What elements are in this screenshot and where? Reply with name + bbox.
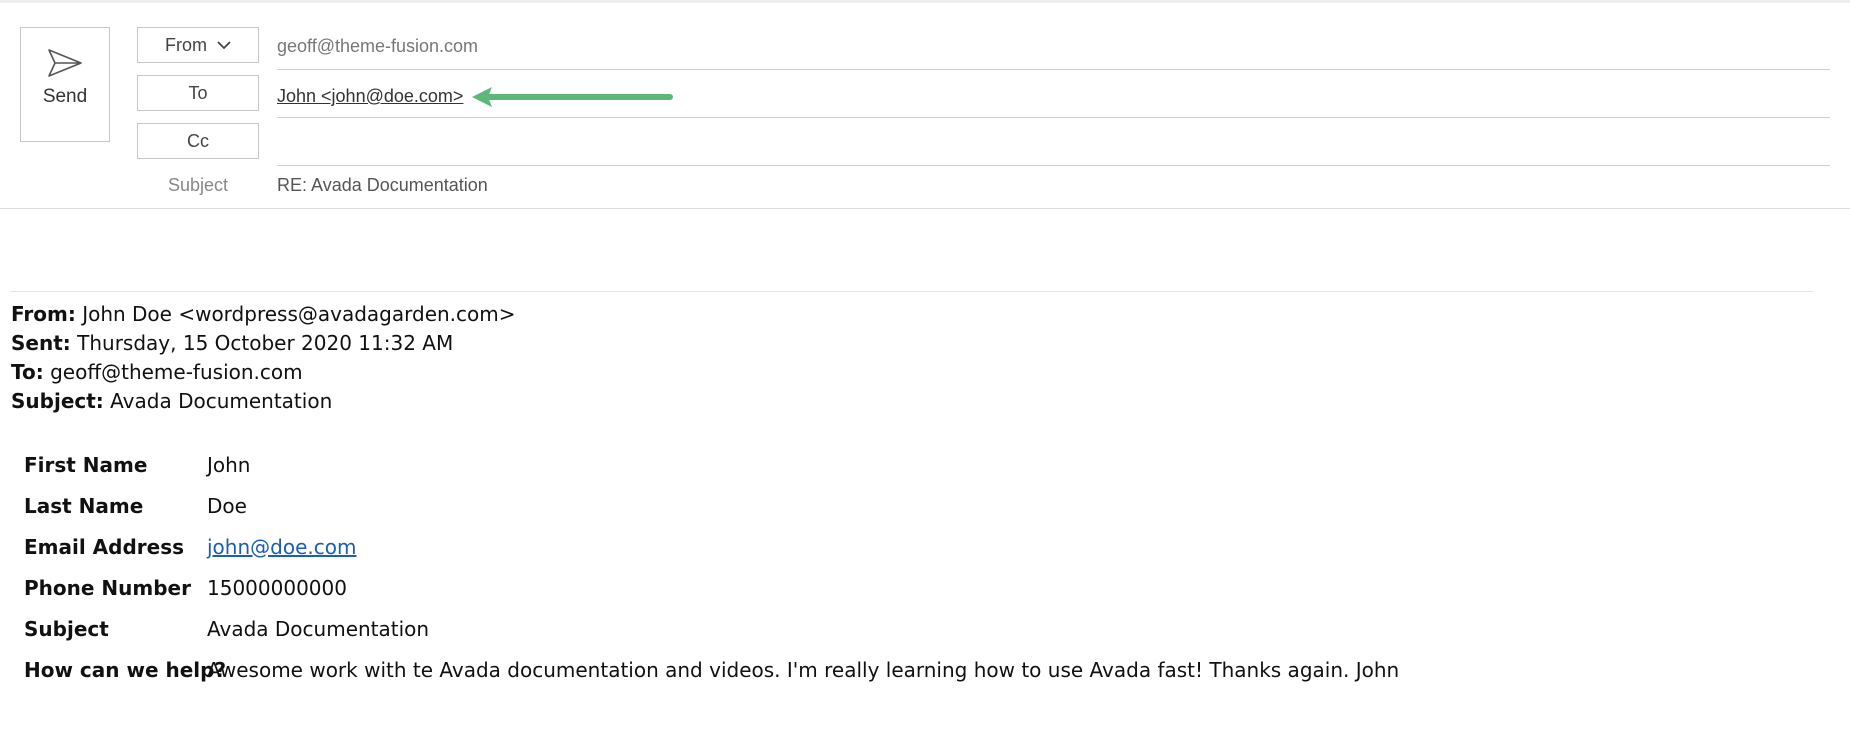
annotation-arrow-icon: [472, 87, 673, 107]
from-button-label: From: [165, 34, 207, 55]
field-value: John: [207, 453, 251, 477]
quoted-from-value: John Doe <wordpress@avadagarden.com>: [82, 302, 516, 326]
field-label: Last Name: [24, 494, 144, 518]
quoted-subject-value: Avada Documentation: [110, 389, 333, 413]
quoted-from: From: John Doe <wordpress@avadagarden.co…: [11, 302, 516, 326]
quoted-subject-key: Subject:: [11, 389, 104, 413]
quoted-sent-value: Thursday, 15 October 2020 11:32 AM: [77, 331, 454, 355]
email-link[interactable]: john@doe.com: [207, 535, 356, 559]
compose-header: Send From geoff@theme-fusion.com To John…: [0, 3, 1850, 209]
quoted-sent: Sent: Thursday, 15 October 2020 11:32 AM: [11, 331, 453, 355]
to-divider: [277, 117, 1830, 118]
field-value: 15000000000: [207, 576, 347, 600]
quoted-sent-key: Sent:: [11, 331, 71, 355]
quoted-to-value: geoff@theme-fusion.com: [50, 360, 303, 384]
table-row: Last Name Doe: [24, 494, 1424, 524]
field-value: Avada Documentation: [207, 617, 430, 641]
from-divider: [277, 69, 1830, 70]
cc-divider: [277, 165, 1830, 166]
subject-value[interactable]: RE: Avada Documentation: [277, 175, 488, 196]
field-label: First Name: [24, 453, 148, 477]
field-label: Subject: [24, 617, 109, 641]
table-row: First Name John: [24, 453, 1424, 483]
cc-button[interactable]: Cc: [137, 123, 259, 159]
to-button-label: To: [188, 82, 208, 103]
send-button-label: Send: [42, 86, 88, 107]
chevron-down-icon: [217, 40, 231, 50]
send-button[interactable]: Send: [20, 27, 110, 142]
table-row: Email Address john@doe.com: [24, 535, 1424, 565]
field-label: Phone Number: [24, 576, 191, 600]
from-value: geoff@theme-fusion.com: [277, 36, 479, 56]
table-row: Phone Number 15000000000: [24, 576, 1424, 606]
field-label: Email Address: [24, 535, 185, 559]
table-row: How can we help? Awesome work with te Av…: [24, 658, 1424, 688]
quoted-to: To: geoff@theme-fusion.com: [11, 360, 303, 384]
quoted-to-key: To:: [11, 360, 44, 384]
quoted-subject: Subject: Avada Documentation: [11, 389, 332, 413]
to-button[interactable]: To: [137, 75, 259, 111]
field-value: Doe: [207, 494, 247, 518]
send-icon: [48, 49, 82, 77]
field-value: Awesome work with te Avada documentation…: [207, 658, 1400, 682]
table-row: Subject Avada Documentation: [24, 617, 1424, 647]
field-label: How can we help?: [24, 658, 227, 682]
to-recipient[interactable]: John <john@doe.com>: [277, 86, 463, 107]
quoted-from-key: From:: [11, 302, 76, 326]
subject-label: Subject: [167, 175, 229, 195]
from-button[interactable]: From: [137, 27, 259, 63]
cc-button-label: Cc: [187, 130, 209, 151]
quote-divider: [10, 291, 1813, 292]
